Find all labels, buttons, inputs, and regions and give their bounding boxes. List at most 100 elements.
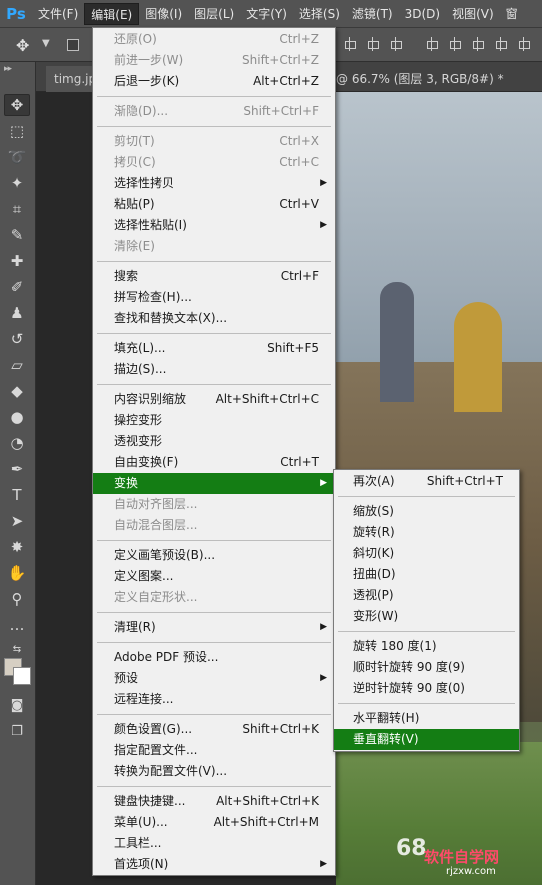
- menu-item-edit-5-3[interactable]: 自由变换(F) Ctrl+T: [93, 452, 335, 473]
- menu-item-edit-10-2[interactable]: 工具栏...: [93, 833, 335, 854]
- menu-item-edit-3-0[interactable]: 搜索 Ctrl+F: [93, 266, 335, 287]
- dodge-icon[interactable]: ◔: [4, 432, 30, 454]
- blur-icon[interactable]: ●: [4, 406, 30, 428]
- menu-item-edit-8-1[interactable]: 预设 ▶: [93, 668, 335, 689]
- menu-item-edit-0-2[interactable]: 后退一步(K) Alt+Ctrl+Z: [93, 71, 335, 92]
- menu-item-edit-5-0[interactable]: 内容识别缩放 Alt+Shift+Ctrl+C: [93, 389, 335, 410]
- menu-edit[interactable]: 编辑(E): [84, 2, 140, 25]
- lasso-icon[interactable]: ➰: [4, 146, 30, 168]
- menu-item-edit-5-6[interactable]: 自动混合图层...: [93, 515, 335, 536]
- custom-shape-icon[interactable]: ✸: [4, 536, 30, 558]
- distribute-bottom-icon[interactable]: [470, 36, 486, 52]
- menu-file[interactable]: 文件(F): [32, 3, 84, 25]
- marquee-icon[interactable]: ⬚: [4, 120, 30, 142]
- clone-stamp-icon[interactable]: ♟: [4, 302, 30, 324]
- menu-item-edit-9-0[interactable]: 颜色设置(G)... Shift+Ctrl+K: [93, 719, 335, 740]
- eraser-icon[interactable]: ▱: [4, 354, 30, 376]
- menu-filter[interactable]: 滤镜(T): [346, 3, 399, 25]
- document-title-suffix[interactable]: @ 66.7% (图层 3, RGB/8#) *: [336, 66, 504, 92]
- menu-type[interactable]: 文字(Y): [240, 3, 293, 25]
- menu-item-transform-1-1[interactable]: 旋转(R): [334, 522, 519, 543]
- align-right-icon[interactable]: [388, 36, 404, 52]
- menu-item-edit-6-2[interactable]: 定义自定形状...: [93, 587, 335, 608]
- menu-window[interactable]: 窗: [500, 3, 524, 25]
- menu-item-edit-5-5[interactable]: 自动对齐图层...: [93, 494, 335, 515]
- type-icon[interactable]: T: [4, 484, 30, 506]
- distribute-middle-icon[interactable]: [447, 36, 463, 52]
- menu-view[interactable]: 视图(V): [446, 3, 500, 25]
- align-left-icon[interactable]: [342, 36, 358, 52]
- menu-item-edit-6-0[interactable]: 定义画笔预设(B)...: [93, 545, 335, 566]
- menu-item-edit-0-0[interactable]: 还原(O) Ctrl+Z: [93, 29, 335, 50]
- menu-item-transform-3-1[interactable]: 垂直翻转(V): [334, 729, 519, 750]
- menu-item-transform-1-0[interactable]: 缩放(S): [334, 501, 519, 522]
- menu-item-edit-9-2[interactable]: 转换为配置文件(V)...: [93, 761, 335, 782]
- menu-item-edit-10-1[interactable]: 菜单(U)... Alt+Shift+Ctrl+M: [93, 812, 335, 833]
- more-tools-icon[interactable]: …: [4, 614, 30, 636]
- menu-item-shortcut: Ctrl+C: [279, 155, 319, 169]
- pen-icon[interactable]: ✒: [4, 458, 30, 480]
- align-center-icon[interactable]: [365, 36, 381, 52]
- menu-item-edit-5-1[interactable]: 操控变形: [93, 410, 335, 431]
- menu-item-edit-9-1[interactable]: 指定配置文件...: [93, 740, 335, 761]
- menu-item-edit-1-0[interactable]: 渐隐(D)... Shift+Ctrl+F: [93, 101, 335, 122]
- menu-item-transform-1-5[interactable]: 变形(W): [334, 606, 519, 627]
- zoom-icon[interactable]: ⚲: [4, 588, 30, 610]
- collapse-panel-icon[interactable]: ▸▸: [4, 64, 12, 74]
- move-icon[interactable]: ✥: [4, 94, 30, 116]
- eyedropper-icon[interactable]: ✎: [4, 224, 30, 246]
- background-color-swatch[interactable]: [13, 667, 31, 685]
- menu-item-transform-2-1[interactable]: 顺时针旋转 90 度(9): [334, 657, 519, 678]
- menu-item-edit-10-0[interactable]: 键盘快捷键... Alt+Shift+Ctrl+K: [93, 791, 335, 812]
- menu-item-edit-8-0[interactable]: Adobe PDF 预设...: [93, 647, 335, 668]
- menu-3d[interactable]: 3D(D): [399, 3, 446, 25]
- menu-item-edit-3-2[interactable]: 查找和替换文本(X)...: [93, 308, 335, 329]
- menu-item-edit-2-4[interactable]: 选择性粘贴(I) ▶: [93, 215, 335, 236]
- paint-bucket-icon[interactable]: ◆: [4, 380, 30, 402]
- menu-item-edit-4-0[interactable]: 填充(L)... Shift+F5: [93, 338, 335, 359]
- menu-item-edit-8-2[interactable]: 远程连接...: [93, 689, 335, 710]
- menu-item-edit-0-1[interactable]: 前进一步(W) Shift+Ctrl+Z: [93, 50, 335, 71]
- menu-item-edit-2-0[interactable]: 剪切(T) Ctrl+X: [93, 131, 335, 152]
- menu-item-transform-3-0[interactable]: 水平翻转(H): [334, 708, 519, 729]
- menu-image[interactable]: 图像(I): [139, 3, 188, 25]
- menu-item-edit-2-3[interactable]: 粘贴(P) Ctrl+V: [93, 194, 335, 215]
- hand-icon[interactable]: ✋: [4, 562, 30, 584]
- quick-mask-icon[interactable]: ◙: [4, 694, 30, 716]
- menu-item-edit-2-1[interactable]: 拷贝(C) Ctrl+C: [93, 152, 335, 173]
- menu-item-edit-5-4[interactable]: 变换 ▶: [93, 473, 335, 494]
- menu-item-edit-2-2[interactable]: 选择性拷贝 ▶: [93, 173, 335, 194]
- menu-item-edit-3-1[interactable]: 拼写检查(H)...: [93, 287, 335, 308]
- menu-select[interactable]: 选择(S): [293, 3, 346, 25]
- menu-item-edit-7-0[interactable]: 清理(R) ▶: [93, 617, 335, 638]
- distribute-center-icon[interactable]: [516, 36, 532, 52]
- distribute-left-icon[interactable]: [493, 36, 509, 52]
- menu-item-edit-5-2[interactable]: 透视变形: [93, 431, 335, 452]
- menu-item-transform-0-0[interactable]: 再次(A) Shift+Ctrl+T: [334, 471, 519, 492]
- healing-brush-icon[interactable]: ✚: [4, 250, 30, 272]
- menu-item-transform-1-3[interactable]: 扭曲(D): [334, 564, 519, 585]
- menu-item-edit-2-5[interactable]: 清除(E): [93, 236, 335, 257]
- chevron-down-icon[interactable]: ▼: [42, 38, 50, 49]
- menu-item-transform-2-2[interactable]: 逆时针旋转 90 度(0): [334, 678, 519, 699]
- menu-item-transform-1-4[interactable]: 透视(P): [334, 585, 519, 606]
- distribute-top-icon[interactable]: [424, 36, 440, 52]
- swap-colors-icon[interactable]: ⇆: [4, 638, 30, 660]
- screen-mode-icon[interactable]: ❐: [4, 720, 30, 742]
- menu-item-label: 选择性粘贴(I): [114, 218, 187, 232]
- move-icon[interactable]: ✥: [16, 36, 29, 55]
- menu-item-edit-4-1[interactable]: 描边(S)...: [93, 359, 335, 380]
- menu-item-transform-1-2[interactable]: 斜切(K): [334, 543, 519, 564]
- crop-icon[interactable]: ⌗: [4, 198, 30, 220]
- menu-item-transform-2-0[interactable]: 旋转 180 度(1): [334, 636, 519, 657]
- menu-item-label: 清除(E): [114, 239, 155, 253]
- menu-layer[interactable]: 图层(L): [188, 3, 240, 25]
- brush-icon[interactable]: ✐: [4, 276, 30, 298]
- menu-item-edit-10-3[interactable]: 首选项(N) ▶: [93, 854, 335, 875]
- path-selection-icon[interactable]: ➤: [4, 510, 30, 532]
- auto-select-checkbox[interactable]: [67, 39, 79, 51]
- menu-separator: [338, 496, 515, 497]
- menu-item-edit-6-1[interactable]: 定义图案...: [93, 566, 335, 587]
- magic-wand-icon[interactable]: ✦: [4, 172, 30, 194]
- history-brush-icon[interactable]: ↺: [4, 328, 30, 350]
